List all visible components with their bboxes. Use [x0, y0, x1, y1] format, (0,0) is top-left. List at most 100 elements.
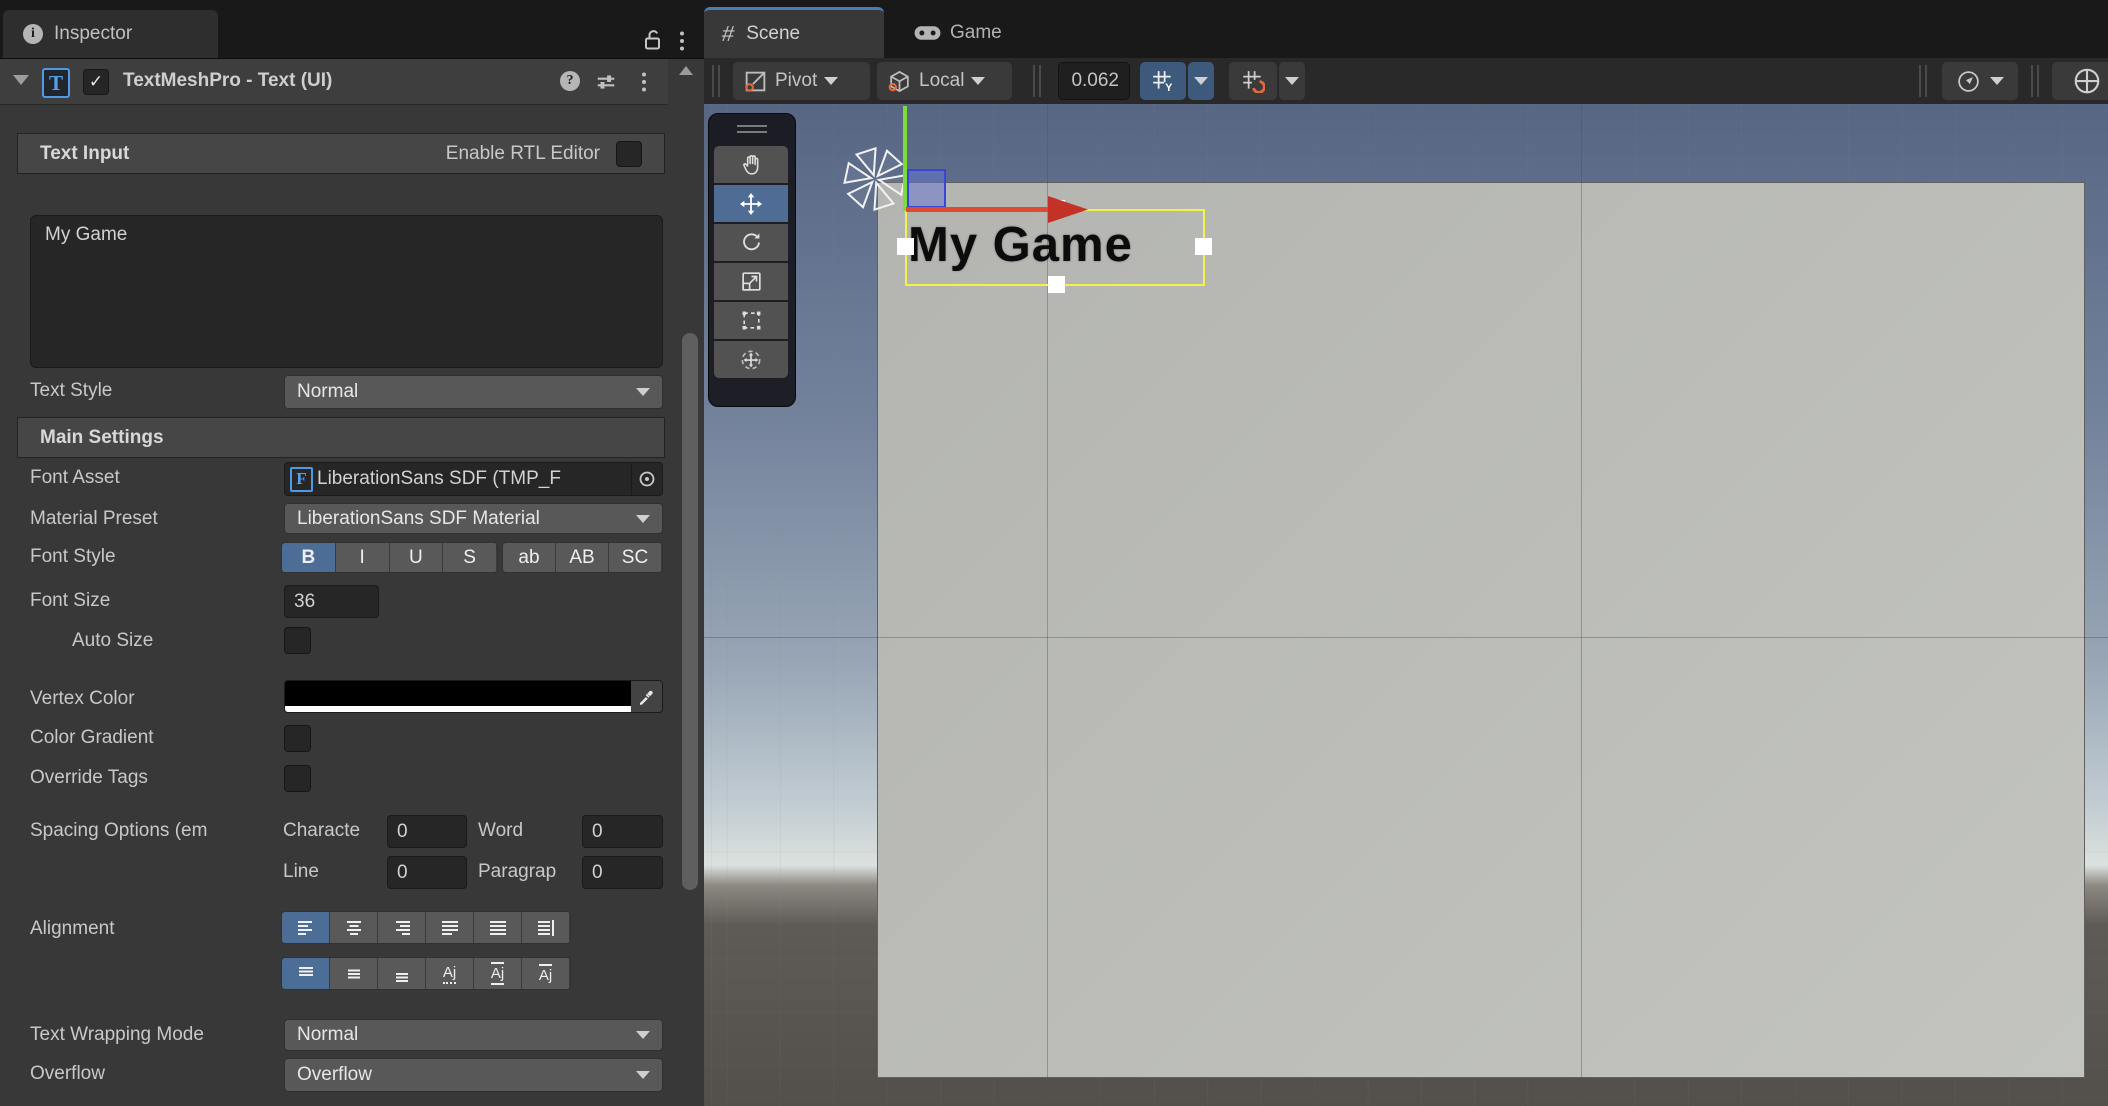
underline-button[interactable]: U [390, 543, 444, 572]
align-center-button[interactable] [330, 912, 378, 943]
text-input-section-bar[interactable]: Text Input Enable RTL Editor [17, 133, 665, 174]
compass-icon [1956, 69, 1981, 94]
presets-icon[interactable] [595, 71, 617, 93]
align-top-button[interactable] [282, 958, 330, 989]
local-axis-icon [887, 69, 912, 94]
rtl-editor-checkbox[interactable] [616, 141, 642, 167]
auto-size-checkbox[interactable] [284, 627, 311, 654]
align-right-button[interactable] [378, 912, 426, 943]
text-style-dropdown[interactable]: Normal [284, 375, 663, 409]
chevron-down-icon [636, 1031, 650, 1039]
tab-game[interactable]: Game [900, 12, 1016, 54]
grid-size-field[interactable]: 0.062 [1058, 62, 1130, 100]
transform-tool-button[interactable] [714, 341, 788, 378]
override-tags-label: Override Tags [30, 767, 148, 789]
overlay-drag-handle[interactable] [737, 131, 767, 133]
eyedropper-icon[interactable] [631, 681, 662, 712]
font-asset-object-field[interactable]: F LiberationSans SDF (TMP_F [284, 462, 663, 496]
chevron-down-icon [1194, 77, 1208, 85]
override-tags-checkbox[interactable] [284, 765, 311, 792]
vertex-color-field[interactable] [284, 680, 663, 713]
text-input-textarea[interactable]: My Game [30, 215, 663, 368]
text-wrapping-value: Normal [297, 1024, 358, 1046]
anchor-star-gizmo[interactable] [843, 147, 907, 211]
move-icon [739, 192, 763, 216]
align-left-button[interactable] [282, 912, 330, 943]
scrollbar-thumb[interactable] [682, 333, 698, 890]
grid-visibility-toggle[interactable]: Y [1140, 62, 1186, 100]
scene-viewport[interactable]: My Game [704, 104, 2108, 1106]
overflow-dropdown[interactable]: Overflow [284, 1058, 663, 1092]
color-alpha-bar [285, 706, 631, 712]
lowercase-button[interactable]: ab [503, 543, 556, 572]
pivot-dropdown[interactable]: Pivot [733, 62, 870, 100]
rect-handle-right[interactable] [1195, 238, 1212, 255]
uppercase-button[interactable]: AB [556, 543, 609, 572]
align-flush-button[interactable] [474, 912, 522, 943]
spacing-paragraph-field[interactable]: 0 [582, 856, 663, 889]
rotate-tool-button[interactable] [714, 224, 788, 261]
scale-tool-button[interactable] [714, 263, 788, 300]
grid-size-value: 0.062 [1071, 70, 1119, 92]
chevron-down-icon [824, 77, 838, 85]
spacing-character-field[interactable]: 0 [387, 815, 467, 848]
chevron-down-icon [971, 77, 985, 85]
lock-open-icon[interactable] [642, 28, 664, 52]
local-dropdown[interactable]: Local [877, 62, 1012, 100]
chevron-down-icon [636, 1071, 650, 1079]
grid-options-arrow[interactable] [1188, 62, 1214, 100]
tab-inspector[interactable]: i Inspector [3, 10, 218, 58]
smallcaps-button[interactable]: SC [609, 543, 662, 572]
material-preset-dropdown[interactable]: LiberationSans SDF Material [284, 503, 663, 534]
overlay-drag-handle[interactable] [737, 125, 767, 127]
hand-tool-button[interactable] [714, 146, 788, 183]
spacing-word-field[interactable]: 0 [582, 815, 663, 848]
snap-options-arrow[interactable] [1279, 62, 1305, 100]
gizmo-x-arrowhead[interactable] [1048, 196, 1088, 223]
align-capline-button[interactable]: Aj [522, 958, 570, 989]
scene-camera-dropdown[interactable] [1942, 62, 2018, 100]
component-enabled-checkbox[interactable]: ✓ [83, 69, 109, 95]
rect-handle-bottom[interactable] [1048, 276, 1065, 293]
align-bottom-button[interactable] [378, 958, 426, 989]
align-geometry-center-button[interactable] [522, 912, 570, 943]
component-menu-kebab-icon[interactable] [640, 71, 648, 93]
snap-increment-toggle[interactable] [1229, 62, 1277, 100]
component-header: T ✓ TextMeshPro - Text (UI) ? [0, 59, 668, 105]
rect-handle-left[interactable] [897, 238, 914, 255]
spacing-line-field[interactable]: 0 [387, 856, 467, 889]
font-asset-label: Font Asset [30, 467, 120, 489]
strikethrough-button[interactable]: S [443, 543, 497, 572]
toolbar-separator [1033, 65, 1041, 97]
help-icon[interactable]: ? [560, 71, 580, 91]
foldout-arrow-icon[interactable] [13, 75, 29, 85]
text-wrapping-dropdown[interactable]: Normal [284, 1019, 663, 1051]
spacing-line-label: Line [283, 861, 319, 883]
inspector-menu-kebab-icon[interactable] [678, 30, 686, 52]
scrollbar-up-arrow-icon[interactable] [679, 66, 693, 75]
text-style-value: Normal [297, 381, 358, 403]
color-gradient-checkbox[interactable] [284, 725, 311, 752]
tab-scene[interactable]: # Scene [704, 7, 884, 58]
local-label: Local [919, 70, 964, 92]
text-input-header: Text Input [40, 143, 129, 165]
inspector-scrollbar[interactable] [668, 59, 704, 1106]
gizmo-x-axis[interactable] [906, 207, 1049, 212]
gizmo-xy-plane[interactable] [907, 169, 946, 208]
bold-button[interactable]: B [282, 543, 336, 572]
align-middle-button[interactable] [330, 958, 378, 989]
object-picker-icon[interactable] [631, 463, 662, 495]
scene-panel: # Scene Game Pivot [704, 0, 2108, 1106]
align-midline-button[interactable]: Aj [474, 958, 522, 989]
align-justify-button[interactable] [426, 912, 474, 943]
main-settings-section-bar[interactable]: Main Settings [17, 417, 665, 458]
italic-button[interactable]: I [336, 543, 390, 572]
gizmos-toggle[interactable] [2052, 62, 2108, 100]
move-tool-button[interactable] [714, 185, 788, 222]
align-baseline-button[interactable]: Aj [426, 958, 474, 989]
font-size-field[interactable]: 36 [284, 585, 379, 618]
scale-icon [739, 269, 764, 294]
rect-tool-button[interactable] [714, 302, 788, 339]
toolbar-drag-handle[interactable] [712, 65, 720, 97]
gamepad-icon [914, 24, 941, 42]
